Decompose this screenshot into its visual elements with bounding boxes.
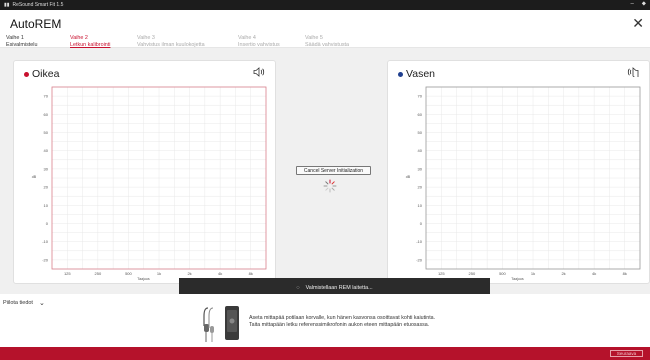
x-tick-label: 250 [95, 271, 102, 276]
x-tick-label: 8k [623, 271, 627, 276]
panel-title: Oikea [24, 68, 59, 80]
y-tick-label: 50 [44, 130, 49, 135]
instruction-line-1: Aseta mittapää potilaan korvalle, kun hä… [249, 315, 436, 321]
right-ear-chart: 70 60 50 40 30 20 10 0 -10 -20 125 250 500 1k 2k 4k 8k dB… [32, 86, 267, 281]
y-tick-label: 20 [418, 185, 423, 190]
main-content: Oikea 70 60 50 40 30 20 10 0 -10 -20 125 250 500 1k 2k… [0, 48, 650, 294]
y-tick-label: 10 [418, 203, 423, 208]
window-controls: – ⬥ [630, 1, 646, 8]
y-tick-label: 10 [44, 203, 49, 208]
y-tick-label: 0 [420, 221, 423, 226]
x-axis-label: Taajuus [137, 277, 150, 281]
y-tick-label: 60 [44, 112, 49, 117]
close-icon[interactable]: ✕ [632, 16, 644, 30]
y-tick-label: 40 [418, 148, 423, 153]
chevron-down-icon: ⌄ [38, 300, 45, 307]
left-ear-panel: Vasen 70 60 50 40 30 20 10 0 -10 -20 125 250 500 1k 2k… [387, 60, 650, 284]
panel-title: Vasen [398, 68, 435, 80]
y-tick-label: -20 [416, 257, 423, 262]
footer-bar: Seuraava [0, 347, 650, 360]
left-ear-dot-icon [398, 71, 403, 77]
loading-icon: ◌ [296, 284, 300, 291]
y-tick-label: 40 [44, 148, 49, 153]
x-tick-label: 500 [125, 271, 132, 276]
step-3[interactable]: Vaihe 3 Vahvistus ilman kuulokojetta [137, 35, 238, 48]
x-tick-label: 4k [218, 271, 222, 276]
x-tick-label: 125 [438, 271, 445, 276]
y-axis-label: dB [406, 175, 411, 179]
y-tick-label: -10 [42, 239, 49, 244]
x-tick-label: 1k [157, 271, 161, 276]
x-tick-label: 8k [249, 271, 253, 276]
y-tick-label: 30 [418, 166, 423, 171]
y-tick-label: 70 [418, 94, 423, 99]
x-tick-label: 500 [499, 271, 506, 276]
right-ear-dot-icon [24, 71, 29, 77]
hide-info-toggle[interactable]: Piilota tiedot ⌄ [3, 299, 45, 307]
y-axis-label: dB [32, 175, 37, 179]
y-tick-label: 0 [46, 221, 49, 226]
restore-icon[interactable]: ⬥ [642, 1, 646, 8]
x-tick-label: 2k [187, 271, 191, 276]
instruction-line-2: Taita mittapään letku referenssimikrofon… [249, 322, 430, 328]
loading-spinner-icon [323, 179, 337, 193]
step-navigation: Vaihe 1 Esivalmistelu Vaihe 2 Letkun kal… [6, 35, 375, 48]
y-tick-label: 30 [44, 166, 49, 171]
next-button[interactable]: Seuraava [610, 350, 643, 357]
right-ear-label: Oikea [32, 68, 60, 80]
page-header: AutoREM ✕ Vaihe 1 Esivalmistelu Vaihe 2 … [0, 10, 650, 48]
speaker-icon[interactable] [253, 67, 265, 80]
app-title: ReSound Smart Fit 1.5 [12, 2, 64, 8]
x-tick-label: 250 [469, 271, 476, 276]
step-5[interactable]: Vaihe 5 Säädä vahvistusta [305, 35, 375, 48]
y-tick-label: -10 [416, 239, 423, 244]
minimize-icon[interactable]: – [630, 1, 633, 8]
hide-info-label: Piilota tiedot [3, 300, 33, 306]
y-tick-label: 70 [44, 94, 49, 99]
left-ear-chart: 70 60 50 40 30 20 10 0 -10 -20 125 250 500 1k 2k 4k 8k dB… [406, 86, 641, 281]
y-tick-label: 60 [418, 112, 423, 117]
x-tick-label: 4k [592, 271, 596, 276]
step-2[interactable]: Vaihe 2 Letkun kalibrointi [70, 35, 137, 48]
y-tick-label: 50 [418, 130, 423, 135]
y-tick-label: 20 [44, 185, 49, 190]
right-ear-panel: Oikea 70 60 50 40 30 20 10 0 -10 -20 125 250 500 1k 2k… [13, 60, 276, 284]
x-tick-label: 2k [561, 271, 565, 276]
instructions-text: Aseta mittapää potilaan korvalle, kun hä… [249, 315, 435, 329]
speaker-icon[interactable] [627, 67, 639, 80]
cancel-server-initialization-button[interactable]: Cancel Server Initialization [296, 166, 371, 175]
page-title: AutoREM [10, 17, 62, 31]
left-ear-label: Vasen [406, 68, 435, 80]
toast-text: Valmistellaan REM laitetta... [305, 284, 373, 291]
x-axis-label: Taajuus [511, 277, 524, 281]
window-titlebar: ▮▮ ReSound Smart Fit 1.5 – ⬥ [0, 0, 650, 10]
info-section: Piilota tiedot ⌄ Aseta mittapää potilaan… [0, 294, 650, 347]
probe-device-illustration-icon [203, 306, 239, 342]
step-1[interactable]: Vaihe 1 Esivalmistelu [6, 35, 70, 48]
x-tick-label: 125 [64, 271, 71, 276]
center-area: Cancel Server Initialization [276, 48, 387, 294]
step-4[interactable]: Vaihe 4 Insertio vahvistus [238, 35, 305, 48]
y-tick-label: -20 [42, 257, 49, 262]
x-tick-label: 1k [531, 271, 535, 276]
app-logo-icon: ▮▮ [4, 2, 10, 8]
